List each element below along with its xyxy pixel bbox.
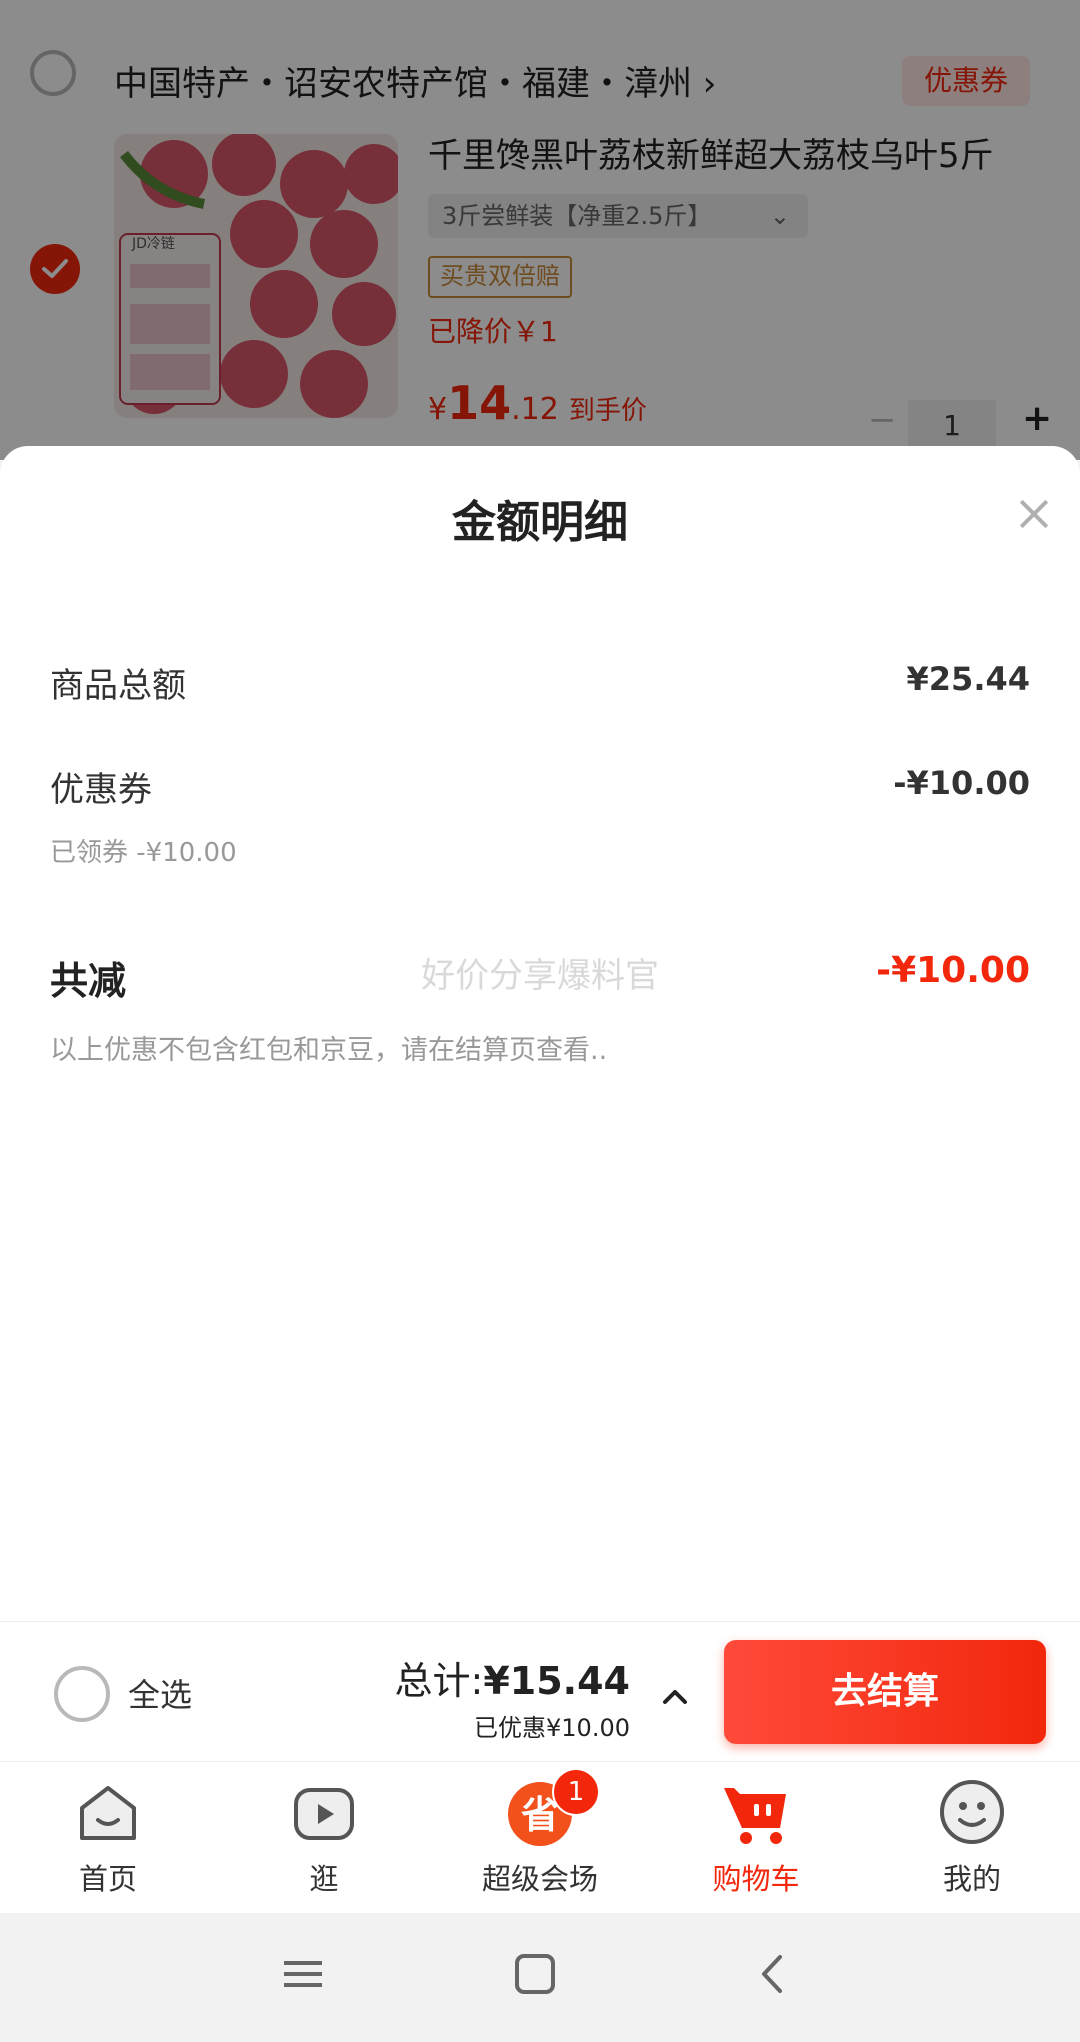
super-venue-icon: 省 1 [504,1768,600,1848]
total-reduction-label: 共减 [50,959,127,1003]
tab-mine-label: 我的 [942,1862,1001,1896]
goods-total-label: 商品总额 [50,666,186,706]
play-icon [288,1776,360,1848]
select-all-label[interactable]: 全选 [128,1670,192,1716]
smile-icon [936,1776,1008,1848]
tab-cart-label: 购物车 [712,1862,800,1896]
total-amount[interactable]: 总计:¥15.44 [395,1650,630,1705]
tab-cart[interactable]: 购物车 [648,1776,864,1898]
close-icon[interactable] [1014,494,1054,534]
tab-bar: 首页 逛 省 1 超级会场 购物车 我的 [0,1761,1080,1914]
tab-super-venue-label: 超级会场 [481,1862,598,1896]
back-icon[interactable] [752,1953,794,1995]
tab-home-label: 首页 [78,1862,137,1896]
saved-amount: 已优惠¥10.00 [474,1714,630,1742]
cart-icon [720,1776,792,1848]
coupon-label: 优惠券 [50,770,152,810]
notification-badge: 1 [552,1768,600,1816]
checkout-bar: 全选 总计:¥15.44 已优惠¥10.00 去结算 [0,1621,1080,1762]
coupon-sub-text: 已领券 -¥10.00 [50,838,237,868]
checkout-button[interactable]: 去结算 [724,1640,1046,1744]
total-prefix: 总计: [394,1659,484,1703]
tab-explore-label: 逛 [309,1862,339,1896]
chevron-up-icon[interactable] [660,1682,690,1712]
menu-icon[interactable] [282,1953,324,1995]
coupon-value: -¥10.00 [893,764,1030,802]
sheet-title: 金额明细 [452,497,628,548]
tab-super-venue[interactable]: 省 1 超级会场 [432,1768,648,1898]
tab-home[interactable]: 首页 [0,1776,216,1898]
total-value: ¥15.44 [483,1659,630,1703]
goods-total-value: ¥25.44 [906,660,1030,698]
tab-explore[interactable]: 逛 [216,1776,432,1898]
modal-overlay[interactable] [0,0,1080,460]
total-reduction-value: -¥10.00 [876,950,1030,991]
tab-mine[interactable]: 我的 [864,1776,1080,1898]
amount-detail-sheet: 金额明细 商品总额 ¥25.44 优惠券 -¥10.00 已领券 -¥10.00… [0,446,1080,1621]
home-icon [72,1776,144,1848]
system-nav-bar [0,1913,1080,2042]
select-all-radio[interactable] [54,1666,110,1722]
home-nav-icon[interactable] [514,1953,556,1995]
discount-note: 以上优惠不包含红包和京豆，请在结算页查看.. [50,1035,608,1066]
